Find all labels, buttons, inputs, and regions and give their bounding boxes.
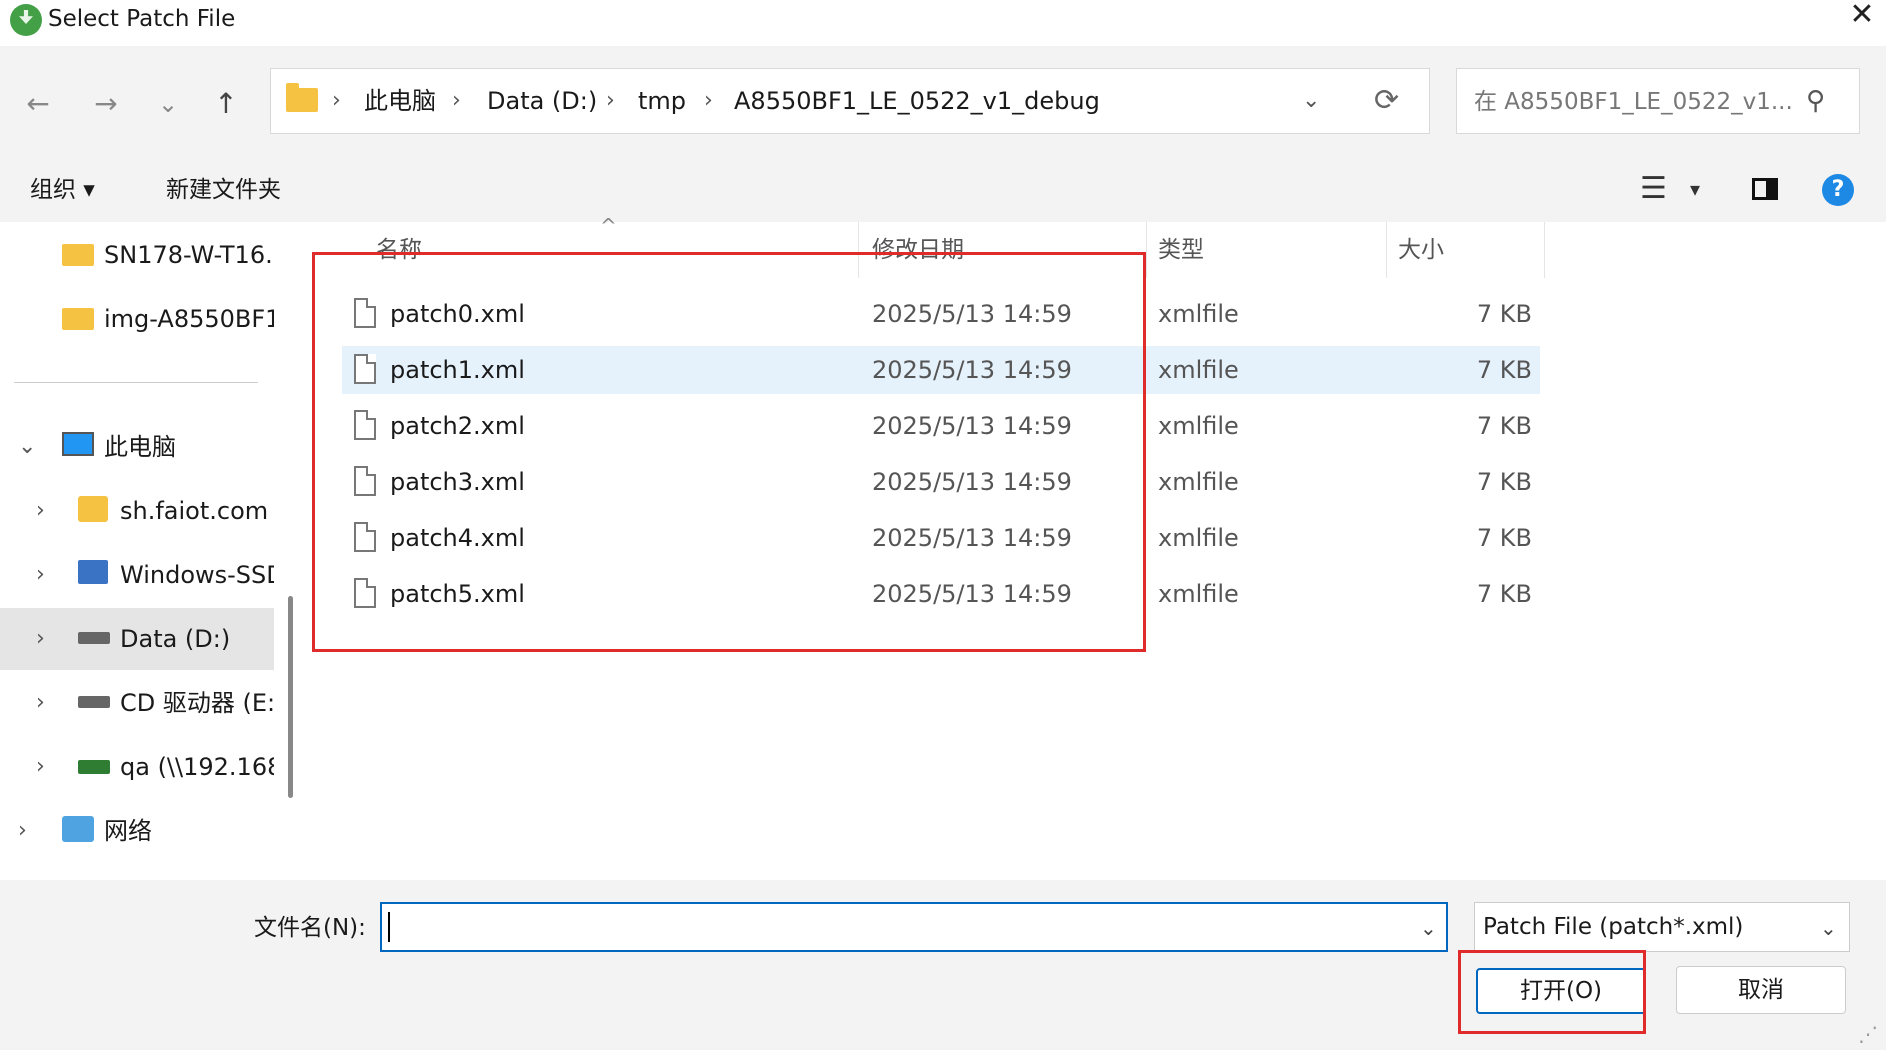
close-button[interactable]: ✕: [1838, 0, 1886, 34]
breadcrumb-this-pc[interactable]: 此电脑: [364, 84, 436, 118]
view-dropdown-icon[interactable]: ▾: [1690, 172, 1700, 206]
breadcrumb-separator[interactable]: ›: [452, 84, 461, 118]
new-folder-button[interactable]: 新建文件夹: [166, 174, 281, 206]
chevron-right-icon[interactable]: ›: [36, 738, 45, 796]
text-caret: [388, 912, 390, 942]
column-divider[interactable]: [1386, 222, 1387, 278]
file-size: 7 KB: [1476, 468, 1532, 496]
file-type: xmlfile: [1158, 300, 1239, 328]
cancel-button[interactable]: 取消: [1676, 966, 1846, 1014]
drive-icon: [78, 632, 110, 644]
annotation-highlight-box: [312, 252, 1146, 652]
preview-pane-icon[interactable]: [1752, 178, 1778, 200]
windows-drive-icon: [78, 560, 108, 584]
recent-locations-chevron-icon[interactable]: ⌄: [148, 84, 188, 124]
chevron-down-icon[interactable]: ⌄: [1420, 912, 1437, 944]
folder-icon: [62, 308, 94, 330]
window-title: Select Patch File: [48, 6, 236, 32]
network-icon: [62, 816, 94, 842]
search-placeholder[interactable]: 在 A8550BF1_LE_0522_v1...: [1474, 86, 1793, 118]
sidebar-item-cd-drive[interactable]: CD 驱动器 (E:): [120, 674, 274, 732]
filename-label: 文件名(N):: [254, 915, 366, 941]
column-divider[interactable]: [1544, 222, 1545, 278]
chevron-right-icon[interactable]: ›: [36, 610, 45, 668]
chevron-right-icon[interactable]: ›: [18, 802, 27, 860]
up-arrow-icon[interactable]: ↑: [206, 84, 246, 124]
file-type: xmlfile: [1158, 468, 1239, 496]
breadcrumb-separator[interactable]: ›: [606, 84, 615, 118]
download-icon: [10, 4, 42, 36]
sidebar-item-windows-ssd[interactable]: Windows-SSD: [120, 546, 274, 604]
file-size: 7 KB: [1476, 412, 1532, 440]
search-icon[interactable]: ⚲: [1806, 84, 1825, 118]
sidebar-item-sh-faiot[interactable]: sh.faiot.com: [120, 482, 274, 540]
sidebar-scrollbar[interactable]: [288, 596, 293, 798]
sidebar-item-this-pc[interactable]: 此电脑: [104, 418, 274, 476]
resize-grip-icon[interactable]: ⋰: [1858, 1022, 1878, 1046]
chevron-right-icon[interactable]: ›: [36, 482, 45, 540]
chevron-down-icon[interactable]: ⌄: [1302, 84, 1320, 118]
cd-drive-icon: [78, 696, 110, 708]
help-icon[interactable]: ?: [1822, 174, 1854, 206]
column-header-size[interactable]: 大小: [1398, 234, 1444, 266]
file-size: 7 KB: [1476, 300, 1532, 328]
filename-input[interactable]: [380, 902, 1448, 952]
column-header-type[interactable]: 类型: [1158, 234, 1204, 266]
view-list-icon[interactable]: ☰: [1640, 172, 1667, 206]
sidebar-item-sn178[interactable]: SN178-W-T16.: [104, 226, 274, 284]
organize-button[interactable]: 组织 ▾: [30, 174, 95, 206]
breadcrumb-current-folder[interactable]: A8550BF1_LE_0522_v1_debug: [734, 84, 1100, 118]
breadcrumb-data-d[interactable]: Data (D:): [487, 84, 597, 118]
file-type: xmlfile: [1158, 412, 1239, 440]
file-type: xmlfile: [1158, 356, 1239, 384]
network-drive-icon: [78, 496, 108, 522]
chevron-down-icon[interactable]: ⌄: [1820, 912, 1837, 944]
sidebar-item-network[interactable]: 网络: [104, 802, 274, 860]
command-bar: [0, 158, 1886, 222]
breadcrumb-tmp[interactable]: tmp: [638, 84, 686, 118]
sidebar-divider: [14, 382, 258, 383]
back-arrow-icon[interactable]: ←: [18, 84, 58, 124]
sort-ascending-icon: ^: [600, 214, 617, 238]
network-share-icon: [78, 760, 110, 774]
chevron-right-icon[interactable]: ›: [36, 674, 45, 732]
file-type: xmlfile: [1158, 524, 1239, 552]
file-type-filter-select[interactable]: Patch File (patch*.xml): [1474, 902, 1850, 952]
folder-icon: [286, 83, 318, 112]
sidebar-item-img[interactable]: img-A8550BF1: [104, 290, 274, 348]
file-size: 7 KB: [1476, 580, 1532, 608]
annotation-highlight-box: [1458, 950, 1646, 1034]
forward-arrow-icon[interactable]: →: [86, 84, 126, 124]
column-divider[interactable]: [1146, 222, 1147, 278]
folder-icon: [62, 244, 94, 266]
file-size: 7 KB: [1476, 524, 1532, 552]
file-type: xmlfile: [1158, 580, 1239, 608]
file-size: 7 KB: [1476, 356, 1532, 384]
computer-icon: [62, 432, 94, 456]
refresh-icon[interactable]: ⟳: [1374, 84, 1399, 118]
chevron-right-icon[interactable]: ›: [36, 546, 45, 604]
sidebar-item-qa-share[interactable]: qa (\\192.168: [120, 738, 274, 796]
sidebar-item-data-d[interactable]: Data (D:): [120, 610, 274, 668]
breadcrumb-separator[interactable]: ›: [704, 84, 713, 118]
title-bar: [0, 0, 1886, 46]
expand-chevron-icon[interactable]: ⌄: [18, 418, 36, 476]
breadcrumb-separator[interactable]: ›: [332, 84, 341, 118]
